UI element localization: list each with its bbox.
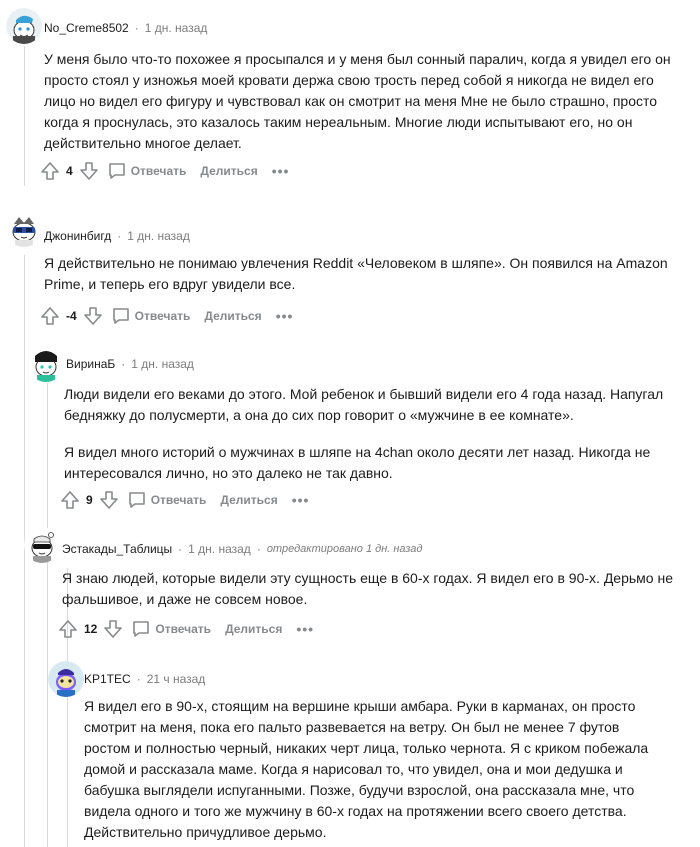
arrow-up-icon — [41, 307, 59, 325]
edited-label: отредактировано 1 дн. назад — [266, 543, 423, 555]
reply-label: Отвечать — [150, 493, 207, 507]
comment-paragraph: Я действительно не понимаю увлечения Red… — [44, 255, 668, 292]
arrow-up-icon — [41, 162, 59, 180]
more-options-button[interactable]: ••• — [272, 163, 290, 179]
username[interactable]: Эстакады_Таблицы — [62, 542, 172, 556]
timestamp[interactable]: 21 ч назад — [147, 672, 206, 686]
separator-dot: · — [256, 542, 261, 556]
comment-bubble-icon — [133, 621, 150, 637]
separator-dot: · — [136, 672, 141, 686]
comment-bubble-icon — [112, 308, 129, 324]
timestamp[interactable]: 1 дн. назад — [127, 229, 190, 243]
vote-count: -4 — [66, 309, 77, 323]
upvote-button[interactable] — [38, 304, 62, 328]
thread-line-1[interactable] — [24, 46, 25, 186]
downvote-button[interactable] — [101, 617, 125, 641]
comment-meta: KP1TEC · 21 ч назад — [84, 671, 205, 687]
upvote-button[interactable] — [56, 617, 80, 641]
arrow-down-icon — [83, 307, 102, 325]
username[interactable]: No_Creme8502 — [44, 21, 129, 35]
arrow-down-icon — [99, 491, 118, 509]
more-options-button[interactable]: ••• — [276, 308, 294, 324]
share-button[interactable]: Делиться — [220, 493, 277, 507]
arrow-down-icon — [104, 620, 123, 638]
vote-count: 4 — [66, 164, 73, 178]
comment-body: У меня было что-то похожее я просыпался … — [44, 49, 674, 154]
snoo-avatar-icon — [6, 211, 42, 247]
timestamp[interactable]: 1 дн. назад — [131, 357, 194, 371]
arrow-up-icon — [61, 491, 79, 509]
reply-button[interactable]: Отвечать — [111, 306, 191, 326]
comment-paragraph: Люди видели его веками до этого. Мой реб… — [64, 386, 664, 423]
share-button[interactable]: Делиться — [204, 309, 261, 323]
avatar[interactable] — [28, 346, 64, 382]
separator-dot: · — [178, 542, 183, 556]
arrow-up-icon — [59, 620, 77, 638]
downvote-button[interactable] — [81, 304, 105, 328]
snoo-avatar-icon — [48, 661, 84, 697]
avatar[interactable] — [48, 661, 84, 697]
comment-body: Я знаю людей, которые видели эту сущност… — [62, 568, 682, 610]
comment-actions: 12 Отвечать Делиться ••• — [56, 617, 314, 641]
comment-body: Люди видели его веками до этого. Мой реб… — [64, 384, 684, 484]
more-options-button[interactable]: ••• — [296, 621, 314, 637]
vote-count: 12 — [84, 622, 98, 636]
comment-body: Я видел его в 90-х, стоящим на вершине к… — [84, 696, 664, 843]
comment-body: Я действительно не понимаю увлечения Red… — [44, 253, 674, 295]
comment-meta: ВиринаБ · 1 дн. назад — [66, 356, 194, 372]
comment-meta: No_Creme8502 · 1 дн. назад — [44, 20, 207, 36]
arrow-down-icon — [79, 162, 98, 180]
username[interactable]: KP1TEC — [84, 672, 131, 686]
separator-dot: · — [117, 229, 122, 243]
reply-button[interactable]: Отвечать — [131, 619, 211, 639]
upvote-button[interactable] — [38, 159, 62, 183]
comment-actions: 4 Отвечать Делиться ••• — [38, 159, 289, 183]
comment-actions: 9 Отвечать Делиться ••• — [58, 488, 309, 512]
downvote-button[interactable] — [97, 488, 121, 512]
username[interactable]: ВиринаБ — [66, 357, 115, 371]
timestamp[interactable]: 1 дн. назад — [145, 21, 208, 35]
separator-dot: · — [121, 357, 126, 371]
avatar[interactable] — [6, 211, 42, 247]
snoo-avatar-icon — [24, 527, 60, 563]
comment-paragraph: Я видел много историй о мужчинах в шляпе… — [64, 444, 651, 481]
reply-label: Отвечать — [134, 309, 191, 323]
snoo-avatar-icon — [28, 346, 64, 382]
avatar[interactable] — [24, 527, 60, 563]
comment-bubble-icon — [128, 492, 145, 508]
comment-paragraph: Я видел его в 90-х, стоящим на вершине к… — [84, 698, 649, 840]
share-button[interactable]: Делиться — [225, 622, 282, 636]
share-button[interactable]: Делиться — [200, 164, 257, 178]
reply-label: Отвечать — [155, 622, 212, 636]
timestamp[interactable]: 1 дн. назад — [188, 542, 251, 556]
vote-count: 9 — [86, 493, 93, 507]
downvote-button[interactable] — [77, 159, 101, 183]
comment-paragraph: Я знаю людей, которые видели эту сущност… — [62, 570, 673, 607]
comment-meta: Эстакады_Таблицы · 1 дн. назад · отредак… — [62, 541, 423, 557]
more-options-button[interactable]: ••• — [292, 492, 310, 508]
snoo-avatar-icon — [6, 8, 42, 44]
comment-paragraph: У меня было что-то похожее я просыпался … — [44, 51, 671, 151]
separator-dot: · — [134, 21, 139, 35]
reply-button[interactable]: Отвечать — [127, 490, 207, 510]
comment-meta: Джонинбигд · 1 дн. назад — [44, 228, 190, 244]
reply-label: Отвечать — [130, 164, 187, 178]
comment-bubble-icon — [108, 163, 125, 179]
username[interactable]: Джонинбигд — [44, 229, 111, 243]
reply-button[interactable]: Отвечать — [107, 161, 187, 181]
comment-actions: -4 Отвечать Делиться ••• — [38, 304, 293, 328]
thread-line-3[interactable] — [47, 383, 48, 847]
avatar[interactable] — [6, 8, 42, 44]
upvote-button[interactable] — [58, 488, 82, 512]
